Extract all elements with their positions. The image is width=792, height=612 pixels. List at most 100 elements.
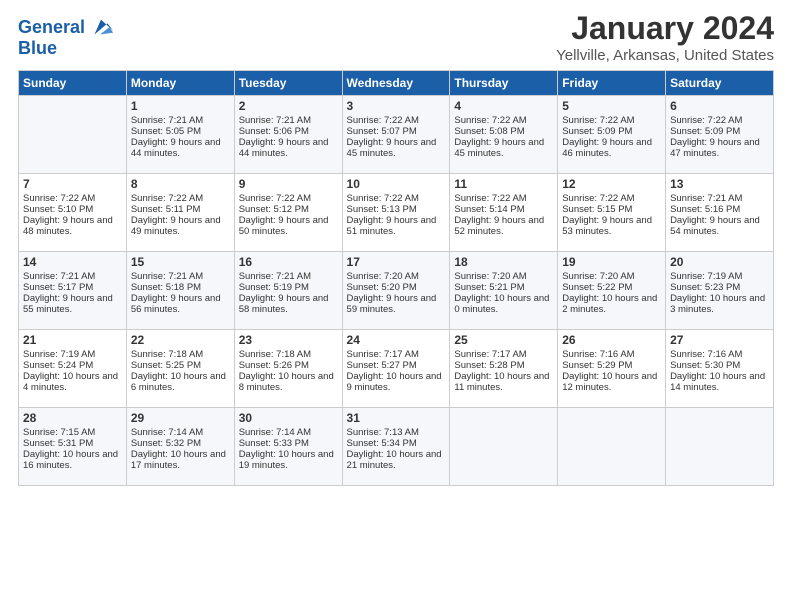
table-row <box>19 96 127 174</box>
table-row: 5Sunrise: 7:22 AMSunset: 5:09 PMDaylight… <box>558 96 666 174</box>
sunset-text: Sunset: 5:19 PM <box>239 282 338 293</box>
sunrise-text: Sunrise: 7:16 AM <box>670 349 769 360</box>
sunrise-text: Sunrise: 7:21 AM <box>23 271 122 282</box>
day-number: 18 <box>454 255 553 269</box>
sunrise-text: Sunrise: 7:13 AM <box>347 427 446 438</box>
sunrise-text: Sunrise: 7:20 AM <box>454 271 553 282</box>
day-number: 5 <box>562 99 661 113</box>
day-number: 1 <box>131 99 230 113</box>
daylight-text: Daylight: 9 hours and 44 minutes. <box>239 137 338 159</box>
table-row: 29Sunrise: 7:14 AMSunset: 5:32 PMDayligh… <box>126 408 234 486</box>
header-monday: Monday <box>126 71 234 96</box>
sunset-text: Sunset: 5:24 PM <box>23 360 122 371</box>
table-row: 15Sunrise: 7:21 AMSunset: 5:18 PMDayligh… <box>126 252 234 330</box>
sunrise-text: Sunrise: 7:22 AM <box>347 193 446 204</box>
table-row: 9Sunrise: 7:22 AMSunset: 5:12 PMDaylight… <box>234 174 342 252</box>
table-row: 8 Sunrise: 7:22 AMSunset: 5:11 PMDaylight… <box>126 174 234 252</box>
sunrise-text: Sunrise: 7:22 AM <box>23 193 122 204</box>
day-number: 17 <box>347 255 446 269</box>
table-row: 22Sunrise: 7:18 AMSunset: 5:25 PMDayligh… <box>126 330 234 408</box>
page: General Blue January 2024 Yellville, Ark… <box>0 0 792 612</box>
day-number: 20 <box>670 255 769 269</box>
sunrise-text: Sunrise: 7:21 AM <box>670 193 769 204</box>
sunrise-text: Sunrise: 7:22 AM <box>347 115 446 126</box>
sunset-text: Sunset: 5:10 PM <box>23 204 122 215</box>
table-row: 2Sunrise: 7:21 AMSunset: 5:06 PMDaylight… <box>234 96 342 174</box>
daylight-text: Daylight: 10 hours and 19 minutes. <box>239 449 338 471</box>
day-number: 30 <box>239 411 338 425</box>
sunset-text: Sunset: 5:23 PM <box>670 282 769 293</box>
sunset-text: Sunset: 5:17 PM <box>23 282 122 293</box>
daylight-text: Daylight: 10 hours and 6 minutes. <box>131 371 230 393</box>
sunset-text: Sunset: 5:09 PM <box>562 126 661 137</box>
day-number: 31 <box>347 411 446 425</box>
day-number: 24 <box>347 333 446 347</box>
day-number: 6 <box>670 99 769 113</box>
day-number: 26 <box>562 333 661 347</box>
sunrise-text: Sunrise: 7:17 AM <box>454 349 553 360</box>
logo: General Blue <box>18 14 115 59</box>
sunrise-text: Sunrise: 7:21 AM <box>239 271 338 282</box>
table-row: 13Sunrise: 7:21 AMSunset: 5:16 PMDayligh… <box>666 174 774 252</box>
sunrise-text: Sunrise: 7:17 AM <box>347 349 446 360</box>
day-number: 9 <box>239 177 338 191</box>
sunset-text: Sunset: 5:21 PM <box>454 282 553 293</box>
header-thursday: Thursday <box>450 71 558 96</box>
daylight-text: Daylight: 9 hours and 47 minutes. <box>670 137 769 159</box>
sunrise-text: Sunrise: 7:18 AM <box>239 349 338 360</box>
table-row: 17Sunrise: 7:20 AMSunset: 5:20 PMDayligh… <box>342 252 450 330</box>
sunset-text: Sunset: 5:29 PM <box>562 360 661 371</box>
calendar: Sunday Monday Tuesday Wednesday Thursday… <box>18 70 774 486</box>
sunset-text: Sunset: 5:07 PM <box>347 126 446 137</box>
table-row: 16Sunrise: 7:21 AMSunset: 5:19 PMDayligh… <box>234 252 342 330</box>
sunrise-text: Sunrise: 7:22 AM <box>562 115 661 126</box>
calendar-header-row: Sunday Monday Tuesday Wednesday Thursday… <box>19 71 774 96</box>
sunset-text: Sunset: 5:09 PM <box>670 126 769 137</box>
day-number: 7 <box>23 177 122 191</box>
sunrise-text: Sunrise: 7:22 AM <box>562 193 661 204</box>
header-wednesday: Wednesday <box>342 71 450 96</box>
daylight-text: Daylight: 9 hours and 50 minutes. <box>239 215 338 237</box>
sunrise-text: Sunrise: 7:15 AM <box>23 427 122 438</box>
sunrise-text: Sunrise: 7:20 AM <box>347 271 446 282</box>
daylight-text: Daylight: 9 hours and 49 minutes. <box>131 215 230 237</box>
table-row: 27Sunrise: 7:16 AMSunset: 5:30 PMDayligh… <box>666 330 774 408</box>
day-number: 19 <box>562 255 661 269</box>
sunrise-text: Sunrise: 7:19 AM <box>670 271 769 282</box>
sunrise-text: Sunrise: 7:22 AM <box>454 193 553 204</box>
day-number: 11 <box>454 177 553 191</box>
sunrise-text: Sunrise: 7:22 AM <box>131 193 230 204</box>
table-row: 28Sunrise: 7:15 AMSunset: 5:31 PMDayligh… <box>19 408 127 486</box>
table-row: 12Sunrise: 7:22 AMSunset: 5:15 PMDayligh… <box>558 174 666 252</box>
daylight-text: Daylight: 9 hours and 45 minutes. <box>347 137 446 159</box>
table-row <box>558 408 666 486</box>
sunset-text: Sunset: 5:11 PM <box>131 204 230 215</box>
table-row: 7 Sunrise: 7:22 AMSunset: 5:10 PMDaylight… <box>19 174 127 252</box>
table-row: 1Sunrise: 7:21 AMSunset: 5:05 PMDaylight… <box>126 96 234 174</box>
daylight-text: Daylight: 10 hours and 2 minutes. <box>562 293 661 315</box>
sunrise-text: Sunrise: 7:22 AM <box>454 115 553 126</box>
daylight-text: Daylight: 9 hours and 48 minutes. <box>23 215 122 237</box>
sunset-text: Sunset: 5:27 PM <box>347 360 446 371</box>
sunset-text: Sunset: 5:32 PM <box>131 438 230 449</box>
sunset-text: Sunset: 5:34 PM <box>347 438 446 449</box>
sunset-text: Sunset: 5:08 PM <box>454 126 553 137</box>
table-row: 10Sunrise: 7:22 AMSunset: 5:13 PMDayligh… <box>342 174 450 252</box>
title-area: January 2024 Yellville, Arkansas, United… <box>556 10 774 64</box>
sunset-text: Sunset: 5:28 PM <box>454 360 553 371</box>
day-number: 8 <box>131 177 230 191</box>
sunset-text: Sunset: 5:25 PM <box>131 360 230 371</box>
daylight-text: Daylight: 9 hours and 53 minutes. <box>562 215 661 237</box>
daylight-text: Daylight: 9 hours and 45 minutes. <box>454 137 553 159</box>
sunset-text: Sunset: 5:33 PM <box>239 438 338 449</box>
daylight-text: Daylight: 9 hours and 54 minutes. <box>670 215 769 237</box>
daylight-text: Daylight: 9 hours and 51 minutes. <box>347 215 446 237</box>
sunset-text: Sunset: 5:31 PM <box>23 438 122 449</box>
sunrise-text: Sunrise: 7:21 AM <box>239 115 338 126</box>
header-sunday: Sunday <box>19 71 127 96</box>
table-row: 30Sunrise: 7:14 AMSunset: 5:33 PMDayligh… <box>234 408 342 486</box>
day-number: 13 <box>670 177 769 191</box>
sunset-text: Sunset: 5:18 PM <box>131 282 230 293</box>
daylight-text: Daylight: 10 hours and 11 minutes. <box>454 371 553 393</box>
day-number: 27 <box>670 333 769 347</box>
